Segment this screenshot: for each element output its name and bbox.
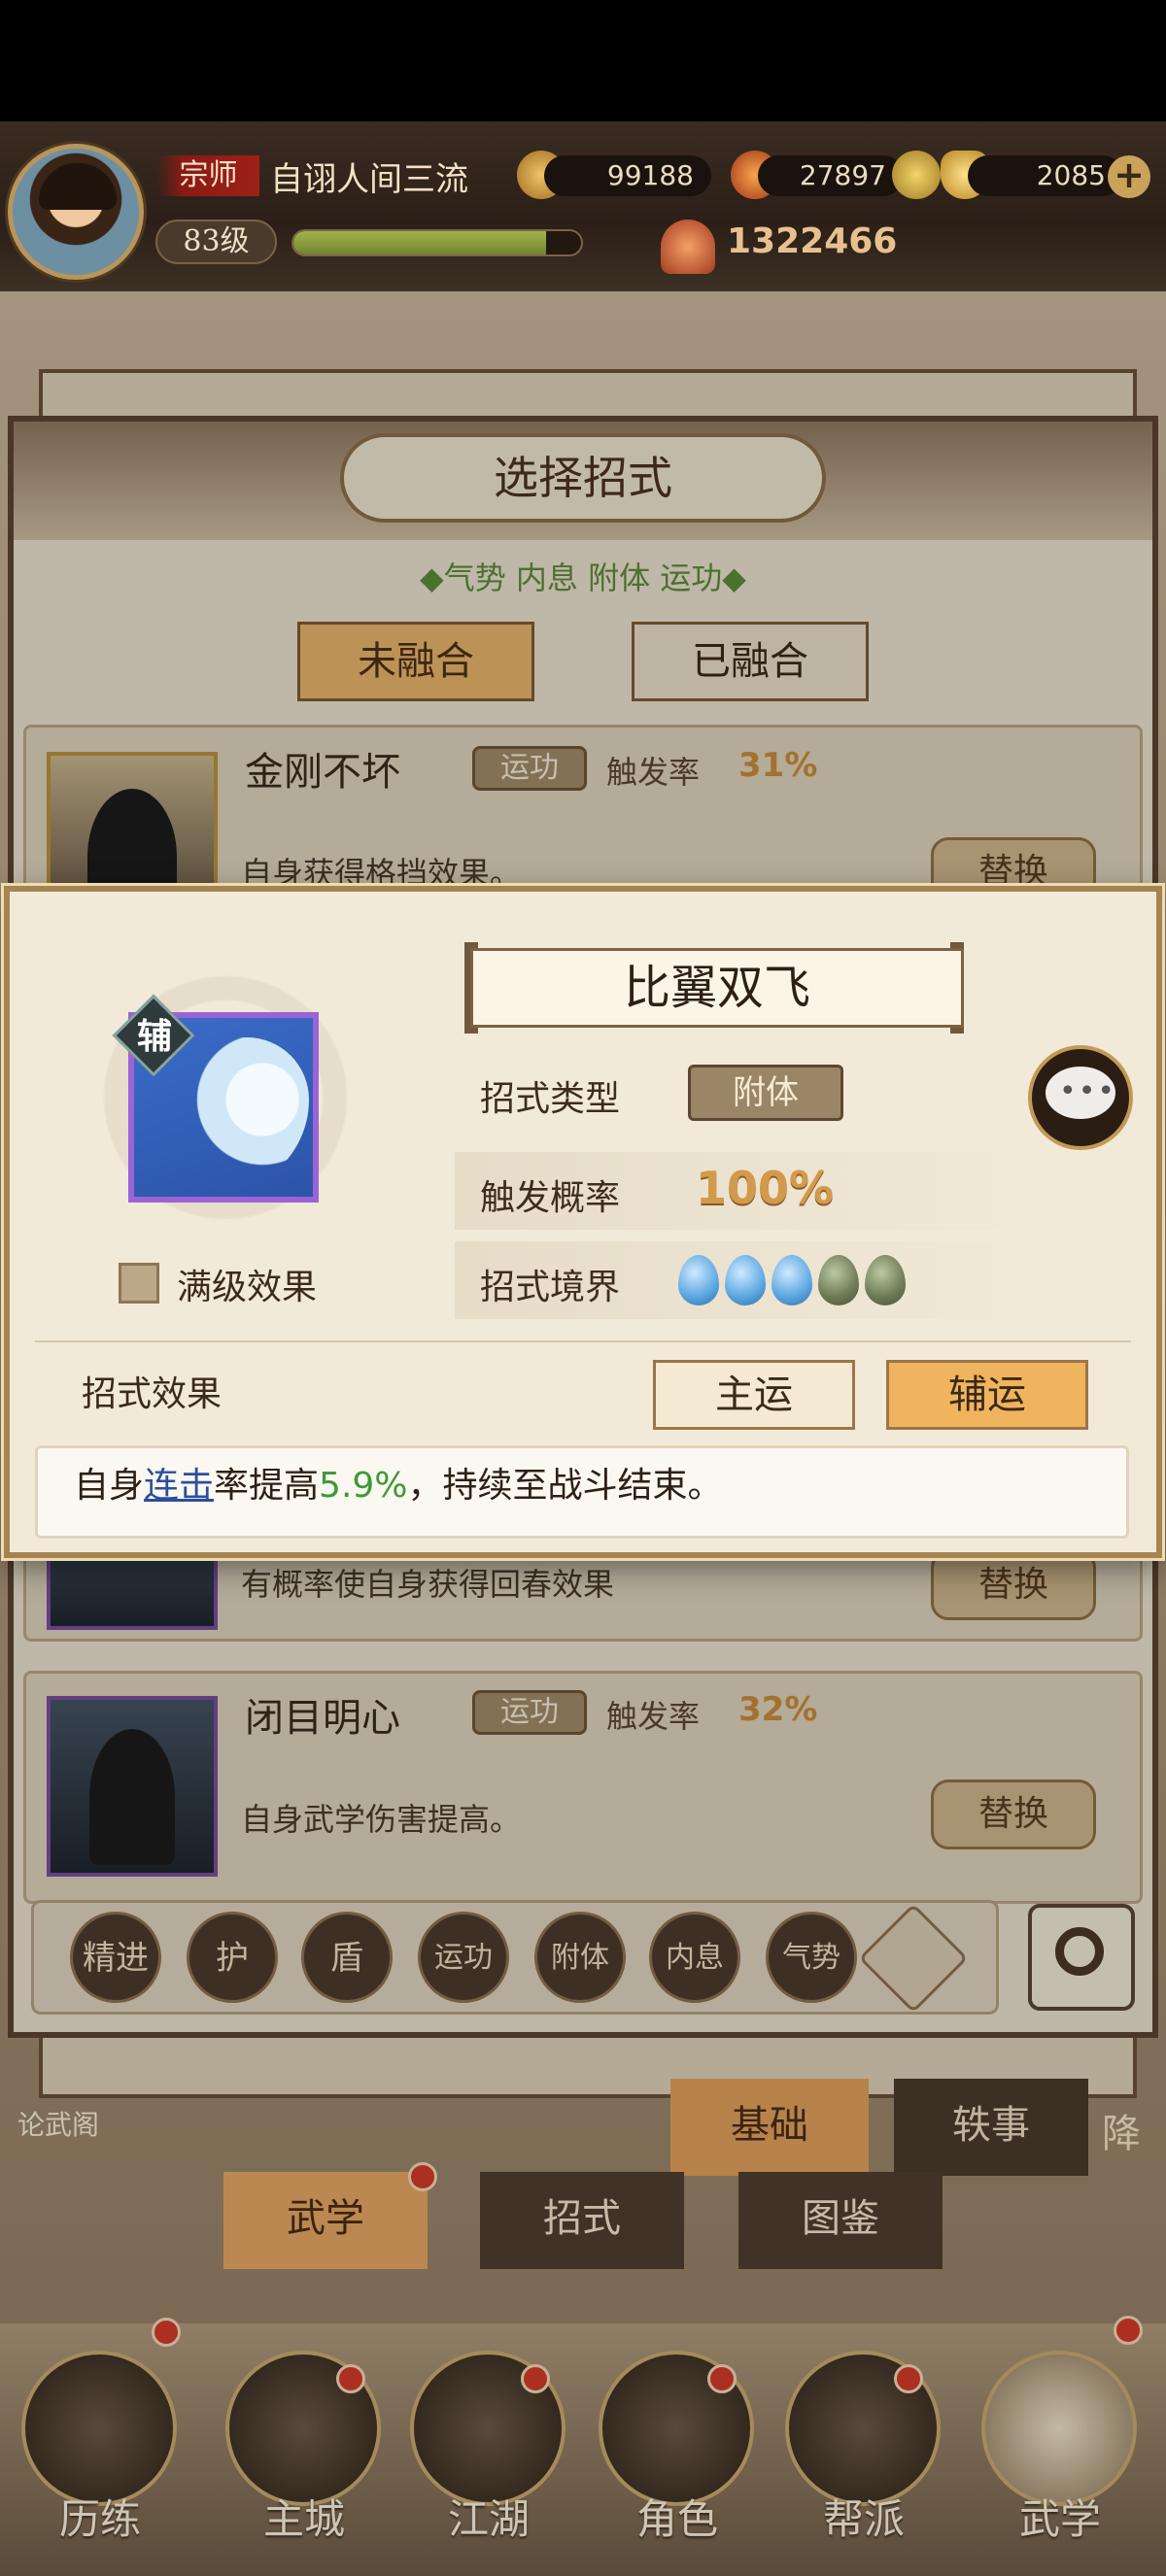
add-gold-icon[interactable]: + — [1108, 155, 1150, 198]
effect-pre: 自身 — [74, 1466, 145, 1506]
status-bar — [0, 0, 1166, 121]
stamina-value: 27897 — [758, 155, 904, 196]
divider — [35, 1340, 1131, 1342]
gold-value: 2085 — [968, 155, 1123, 196]
skill-name-title: 比翼双飞 — [470, 948, 964, 1028]
wind-wave-icon — [154, 1037, 309, 1193]
player-level: 83级 — [155, 220, 277, 264]
aux-badge-text: 辅 — [136, 1016, 172, 1057]
combo-link[interactable]: 连击 — [144, 1466, 214, 1506]
realm-label: 招式境界 — [480, 1268, 621, 1307]
max-level-label[interactable]: 满级效果 — [177, 1259, 317, 1309]
rank-badge: 宗师 — [157, 155, 259, 196]
xp-bar-fill — [293, 231, 547, 254]
rate-value: 100% — [696, 1162, 835, 1214]
player-name: 自诩人间三流 — [270, 160, 468, 199]
combat-power-icon — [661, 220, 715, 274]
max-level-checkbox[interactable] — [119, 1263, 159, 1304]
effect-mid: 率提高 — [214, 1466, 320, 1506]
type-value-tag: 附体 — [688, 1065, 843, 1121]
type-label: 招式类型 — [480, 1079, 621, 1119]
effect-value: 5.9% — [319, 1466, 408, 1506]
effect-text: 自身连击率提高5.9%，持续至战斗结束。 — [74, 1457, 723, 1508]
copper-value: 99188 — [544, 155, 711, 196]
rate-label: 触发概率 — [480, 1178, 621, 1218]
effect-post: ，持续至战斗结束。 — [407, 1466, 723, 1506]
xp-bar — [292, 229, 583, 256]
combat-power: 1322466 — [727, 221, 898, 261]
player-hud — [0, 121, 1166, 291]
ellipsis-icon: ••• — [1059, 1074, 1117, 1108]
bowl-icon[interactable] — [892, 151, 941, 199]
effect-label: 招式效果 — [82, 1374, 223, 1414]
main-mode-button[interactable]: 主运 — [653, 1360, 855, 1430]
aux-mode-button[interactable]: 辅运 — [886, 1360, 1088, 1430]
